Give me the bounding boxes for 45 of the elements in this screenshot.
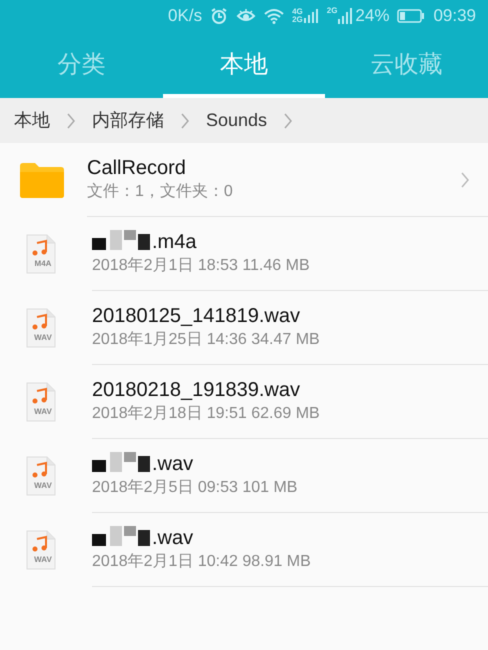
file-type-label: WAV	[33, 406, 53, 418]
redaction-mark	[92, 230, 152, 250]
network-speed: 0K/s	[168, 5, 202, 28]
audio-file-icon	[26, 530, 56, 570]
eye-icon	[236, 8, 256, 24]
battery-icon	[397, 9, 426, 23]
file-type-label: WAV	[33, 480, 53, 492]
redaction-mark	[92, 526, 152, 546]
chevron-icon	[460, 170, 470, 188]
file-details: 2018年2月1日 10:42 98.91 MB	[92, 552, 312, 572]
file-name[interactable]: 20180218_191839.wav	[92, 378, 470, 402]
network-type-label: 4G	[292, 8, 303, 16]
wifi-icon	[264, 8, 284, 24]
file-type-label: WAV	[33, 332, 53, 344]
signal-icon	[302, 8, 319, 24]
signal-icon	[337, 7, 354, 25]
file-type-label: WAV	[33, 554, 53, 566]
audio-file-icon	[26, 456, 56, 496]
file-details: 2018年1月25日 14:36 34.47 MB	[92, 330, 321, 350]
alarm-icon	[210, 7, 228, 25]
file-details: 2018年2月5日 09:53 101 MB	[92, 478, 298, 498]
battery-percent: 24%	[355, 5, 390, 28]
file-name[interactable]: .m4a	[92, 230, 470, 254]
breadcrumb-item[interactable]: 本地	[14, 107, 50, 134]
folder-icon	[20, 162, 64, 198]
chevron-icon	[283, 112, 294, 130]
file-name[interactable]: .wav	[92, 452, 470, 476]
folder-name[interactable]: CallRecord	[87, 156, 460, 180]
file-details: 2018年2月18日 19:51 62.69 MB	[92, 404, 321, 424]
audio-file-icon	[26, 234, 56, 274]
chevron-icon	[66, 112, 76, 130]
chevron-icon	[180, 112, 190, 130]
file-name[interactable]: 20180125_141819.wav	[92, 304, 470, 328]
file-name[interactable]: .wav	[92, 526, 470, 550]
breadcrumb-item[interactable]: 内部存储	[92, 107, 164, 134]
file-details: 2018年2月1日 18:53 11.46 MB	[92, 256, 311, 276]
breadcrumb-item[interactable]: Sounds	[206, 107, 268, 134]
folder-details: 文件：1，文件夹：0	[87, 182, 234, 202]
audio-file-icon	[26, 308, 56, 348]
network-type-label: 2G	[326, 7, 338, 15]
audio-file-icon	[26, 382, 56, 422]
network-type-label: 2G	[292, 16, 303, 24]
file-type-label: M4A	[34, 258, 52, 270]
redaction-mark	[92, 452, 152, 472]
clock: 09:39	[433, 5, 476, 28]
